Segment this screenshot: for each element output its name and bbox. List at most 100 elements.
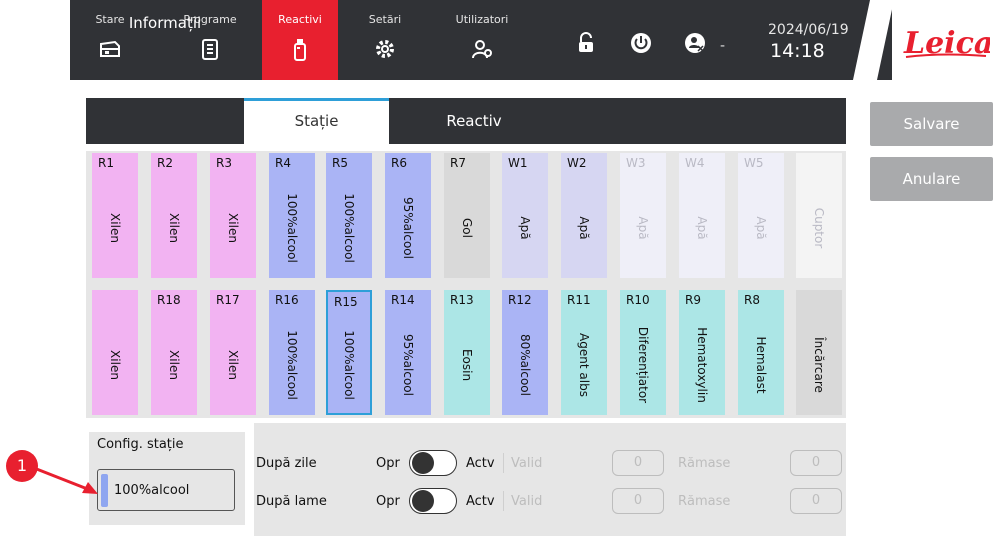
slides-remaining-label: Rămase	[678, 494, 731, 509]
station-code: R11	[567, 293, 591, 307]
reagent-limits-panel	[254, 423, 846, 536]
station-reagent-name: Xilen	[226, 213, 240, 243]
days-valid-input[interactable]: 0	[612, 450, 664, 476]
slides-remaining-input[interactable]: 0	[790, 488, 842, 514]
station-reagent-name: 100%alcool	[342, 193, 356, 263]
station-cell[interactable]: R7 Gol	[444, 153, 490, 278]
station-reagent-name: 95%alcool	[401, 334, 415, 396]
users-icon	[472, 40, 492, 59]
station-code: R4	[275, 156, 291, 170]
station-cell[interactable]: W3 Apă	[620, 153, 666, 278]
leica-logo: Leica	[903, 26, 990, 61]
station-code: R9	[685, 293, 701, 307]
station-reagent-name: 100%alcool	[342, 329, 356, 400]
station-code: R18	[157, 293, 181, 307]
station-code: R1	[98, 156, 114, 170]
toggle-knob	[412, 452, 434, 474]
station-cell[interactable]: R10 Diferențiator	[620, 290, 666, 415]
bottle-icon	[294, 39, 306, 61]
station-reagent-name: Agent albs	[577, 333, 591, 397]
callout-arrow	[33, 466, 98, 494]
station-cell[interactable]: Xilen	[92, 290, 138, 415]
station-cell[interactable]: W4 Apă	[679, 153, 725, 278]
clock-time: 14:18	[770, 40, 825, 62]
station-cell[interactable]: W2 Apă	[561, 153, 607, 278]
slides-valid-label: Valid	[511, 494, 543, 509]
station-cell[interactable]: R17 Xilen	[210, 290, 256, 415]
station-reagent-name: Apă	[577, 216, 591, 240]
station-code: R14	[391, 293, 415, 307]
station-code: R13	[450, 293, 474, 307]
station-cell[interactable]: W1 Apă	[502, 153, 548, 278]
cancel-button[interactable]: Anulare	[870, 157, 993, 201]
station-reagent-name: Hemalast	[754, 336, 768, 394]
nav-utilizatori[interactable]: Utilizatori	[442, 0, 522, 80]
station-cell[interactable]: Cuptor	[796, 153, 842, 278]
days-limit-label: După zile	[256, 456, 317, 471]
station-cell[interactable]: R1 Xilen	[92, 153, 138, 278]
clock-date: 2024/06/19	[768, 22, 849, 38]
nav-reactivi[interactable]: Reactivi	[262, 0, 338, 80]
station-cell[interactable]: R15 100%alcool	[326, 290, 372, 415]
slides-valid-input[interactable]: 0	[612, 488, 664, 514]
days-limit-toggle[interactable]	[409, 450, 457, 476]
station-cell[interactable]: R12 80%alcool	[502, 290, 548, 415]
tab-informatii[interactable]: Informații	[86, 0, 244, 46]
station-reagent-name: Diferențiator	[636, 326, 650, 404]
station-config-field[interactable]: 100%alcool	[97, 469, 235, 511]
divider	[503, 453, 504, 473]
station-reagent-name: Xilen	[167, 213, 181, 243]
station-code: R6	[391, 156, 407, 170]
station-reagent-name: 80%alcool	[518, 334, 532, 396]
slides-on-label: Actv	[466, 494, 495, 509]
divider	[503, 491, 504, 511]
station-code: R17	[216, 293, 240, 307]
station-code: W4	[685, 156, 705, 170]
days-remaining-label: Rămase	[678, 456, 731, 471]
nav-setari[interactable]: Setări	[347, 0, 423, 80]
station-cell[interactable]: R6 95%alcool	[385, 153, 431, 278]
station-cell[interactable]: R14 95%alcool	[385, 290, 431, 415]
station-cell[interactable]: R13 Eosin	[444, 290, 490, 415]
station-code: R3	[216, 156, 232, 170]
station-code: R12	[508, 293, 532, 307]
power-icon[interactable]	[629, 31, 653, 55]
slides-limit-label: După lame	[256, 494, 327, 509]
slides-limit-toggle[interactable]	[409, 488, 457, 514]
station-reagent-name: Xilen	[226, 350, 240, 380]
station-code: R16	[275, 293, 299, 307]
days-valid-label: Valid	[511, 456, 543, 471]
days-off-label: Opr	[376, 456, 400, 471]
station-config-value: 100%alcool	[114, 483, 190, 498]
tab-reactiv[interactable]: Reactiv	[389, 98, 559, 144]
station-code: W5	[744, 156, 764, 170]
station-code: W2	[567, 156, 587, 170]
station-cell[interactable]: R2 Xilen	[151, 153, 197, 278]
nav-reactivi-label: Reactivi	[278, 13, 322, 26]
station-cell[interactable]: R8 Hemalast	[738, 290, 784, 415]
station-code: R8	[744, 293, 760, 307]
station-cell[interactable]: W5 Apă	[738, 153, 784, 278]
reagent-color-swatch	[101, 474, 108, 507]
tab-statie[interactable]: Stație	[244, 98, 389, 144]
station-cell[interactable]: R5 100%alcool	[326, 153, 372, 278]
station-cell[interactable]: R16 100%alcool	[269, 290, 315, 415]
reagents-station-screen: Stare Programe Reactivi Setări Utilizato…	[0, 0, 994, 536]
station-cell[interactable]: R18 Xilen	[151, 290, 197, 415]
save-button[interactable]: Salvare	[870, 102, 993, 146]
user-icon[interactable]	[683, 31, 707, 55]
toggle-knob	[412, 490, 434, 512]
station-cell[interactable]: R9 Hematoxylin	[679, 290, 725, 415]
station-reagent-name: Apă	[695, 216, 709, 240]
days-remaining-input[interactable]: 0	[790, 450, 842, 476]
unlock-icon[interactable]	[574, 31, 598, 55]
station-reagent-name: Apă	[518, 216, 532, 240]
slides-off-label: Opr	[376, 494, 400, 509]
station-cell[interactable]: R11 Agent albs	[561, 290, 607, 415]
station-cell[interactable]: R3 Xilen	[210, 153, 256, 278]
station-cell[interactable]: R4 100%alcool	[269, 153, 315, 278]
user-name: -	[720, 38, 726, 54]
station-cell[interactable]: Încărcare	[796, 290, 842, 415]
station-reagent-name: Eosin	[460, 348, 474, 382]
station-code: R5	[332, 156, 348, 170]
